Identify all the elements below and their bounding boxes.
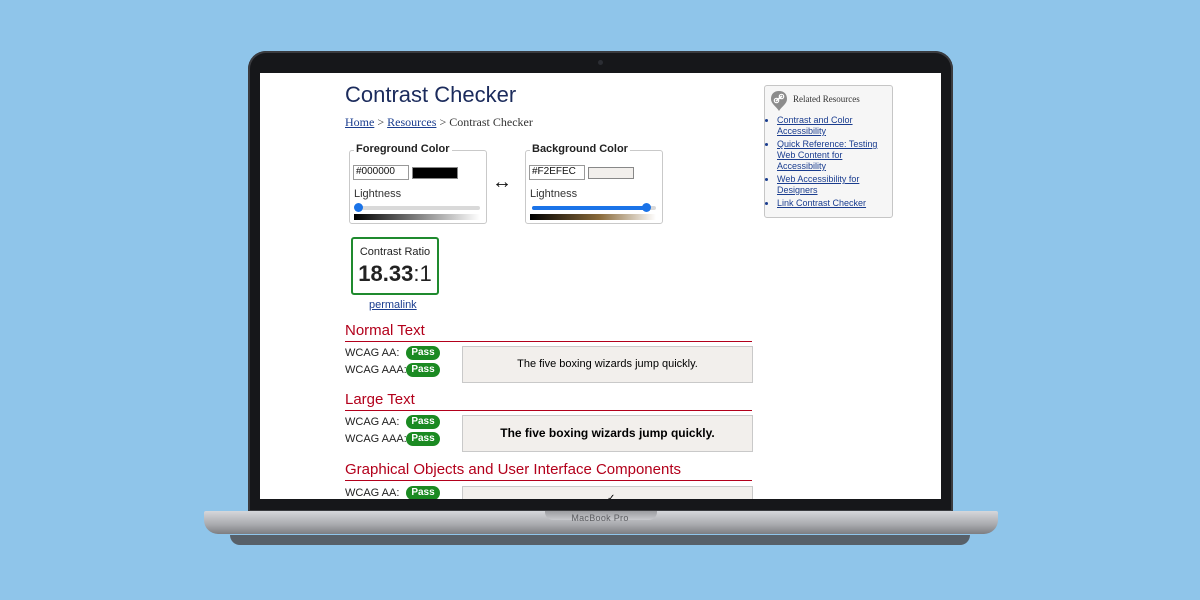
related-link[interactable]: Contrast and Color Accessibility (777, 115, 853, 136)
normal-wcag-aa-label: WCAG AA: (345, 347, 400, 359)
device-brand-label: MacBook Pro (571, 513, 629, 523)
contrast-ratio-number: 18.33 (358, 261, 414, 286)
foreground-slider-thumb[interactable] (354, 203, 364, 212)
foreground-hex-input[interactable]: #000000 (353, 165, 409, 180)
breadcrumb: Home > Resources > Contrast Checker (345, 115, 533, 130)
contrast-ratio-suffix: :1 (413, 261, 432, 286)
normal-wcag-aaa-pass-badge: Pass (406, 363, 440, 377)
normal-text-heading: Normal Text (345, 322, 752, 342)
background-legend: Background Color (530, 143, 630, 155)
large-wcag-aaa-pass-badge: Pass (406, 432, 440, 446)
background-slider-thumb[interactable] (642, 203, 652, 212)
large-wcag-aa-pass-badge: Pass (406, 415, 440, 429)
normal-wcag-aa-pass-badge: Pass (406, 346, 440, 360)
laptop-bezel: Contrast Checker Home > Resources > Cont… (248, 51, 953, 512)
breadcrumb-home-link[interactable]: Home (345, 115, 374, 129)
related-link[interactable]: Web Accessibility for Designers (777, 174, 859, 195)
graphical-objects-preview: ✓ (462, 486, 753, 499)
background-hex-input[interactable]: #F2EFEC (529, 165, 585, 180)
swap-colors-icon[interactable]: ↔ (492, 172, 512, 192)
background-slider-fill (532, 206, 647, 210)
link-badge-icon (771, 91, 787, 111)
related-link[interactable]: Quick Reference: Testing Web Content for… (777, 139, 877, 171)
related-resources-panel: Related Resources Contrast and Color Acc… (764, 85, 893, 218)
camera-dot (598, 60, 603, 65)
graphical-wcag-aa-pass-badge: Pass (406, 486, 440, 499)
graphical-wcag-aa-label: WCAG AA: (345, 487, 400, 499)
background-color-swatch[interactable] (588, 167, 634, 179)
foreground-lightness-gradient (354, 214, 480, 220)
permalink-link[interactable]: permalink (369, 299, 417, 311)
normal-wcag-aaa-label: WCAG AAA: (345, 364, 407, 376)
large-wcag-aaa-label: WCAG AAA: (345, 433, 407, 445)
browser-screen: Contrast Checker Home > Resources > Cont… (260, 73, 941, 499)
breadcrumb-current: Contrast Checker (449, 115, 533, 129)
background-lightness-slider[interactable] (532, 203, 656, 212)
related-link-item[interactable]: Web Accessibility for Designers (777, 174, 891, 196)
related-link-item[interactable]: Link Contrast Checker (777, 198, 891, 209)
breadcrumb-separator: > (377, 115, 385, 129)
background-lightness-label: Lightness (530, 188, 578, 200)
contrast-ratio-label: Contrast Ratio (359, 246, 431, 258)
foreground-color-swatch[interactable] (412, 167, 458, 179)
foreground-color-panel: Foreground Color #000000 Lightness (349, 143, 487, 224)
large-text-heading: Large Text (345, 391, 752, 411)
related-link[interactable]: Link Contrast Checker (777, 198, 866, 208)
background-lightness-gradient (530, 214, 656, 220)
page-title: Contrast Checker (345, 82, 517, 107)
foreground-lightness-label: Lightness (354, 188, 402, 200)
large-text-preview: The five boxing wizards jump quickly. (462, 415, 753, 452)
graphical-objects-heading: Graphical Objects and User Interface Com… (345, 461, 752, 481)
contrast-ratio-box: Contrast Ratio 18.33:1 (351, 237, 439, 295)
foreground-legend: Foreground Color (354, 143, 452, 155)
contrast-ratio-value: 18.33:1 (353, 261, 437, 287)
foreground-lightness-slider[interactable] (354, 203, 480, 212)
related-resources-title: Related Resources (793, 94, 860, 104)
breadcrumb-resources-link[interactable]: Resources (387, 115, 436, 129)
checkmark-icon: ✓ (607, 493, 616, 499)
large-wcag-aa-label: WCAG AA: (345, 416, 400, 428)
related-resources-list: Contrast and Color Accessibility Quick R… (767, 115, 891, 211)
related-link-item[interactable]: Quick Reference: Testing Web Content for… (777, 139, 891, 172)
related-link-item[interactable]: Contrast and Color Accessibility (777, 115, 891, 137)
background-color-panel: Background Color #F2EFEC Lightness (525, 143, 663, 224)
normal-text-preview: The five boxing wizards jump quickly. (462, 346, 753, 383)
breadcrumb-separator: > (439, 115, 447, 129)
laptop-base-shadow (230, 535, 970, 545)
